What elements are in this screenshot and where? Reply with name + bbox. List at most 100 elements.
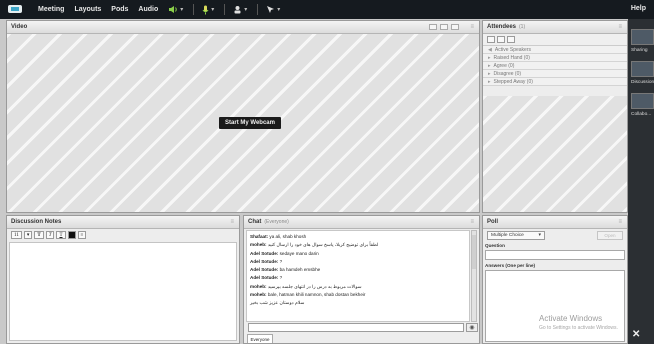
video-pod-header: Video ≡: [7, 21, 479, 34]
pod-menu-icon[interactable]: ≡: [470, 219, 474, 225]
layout-thumbnail-collaboration[interactable]: [631, 93, 654, 109]
open-poll-button[interactable]: Open: [597, 231, 623, 240]
video-pod: Video ≡ Start My Webcam: [6, 20, 480, 213]
pointer-icon[interactable]: ▾: [266, 5, 280, 14]
chevron-down-icon[interactable]: ▾: [180, 6, 183, 13]
list-view-icon[interactable]: [487, 36, 495, 43]
chat-message: Adel Sotude: ?: [250, 274, 466, 282]
question-label: Question: [485, 243, 505, 248]
chat-text: ﻟﻄﻔﺎً ﺑﺮﺍی ﺗﻮﺿﻴﺢ ﮐﺮﺑﻼ، ﭘﺎﺳﺦ ﺳﻮﺍﻝ ﻫﺎی ﺧﻮﺩ…: [267, 242, 379, 248]
attendee-group-label: Disagree (0): [493, 70, 522, 77]
chat-scrollbar[interactable]: [471, 230, 477, 322]
toolbar-divider: [257, 4, 259, 15]
video-pod-title: Video: [11, 24, 28, 30]
pod-menu-icon[interactable]: ≡: [618, 219, 622, 225]
send-message-button[interactable]: ◉: [466, 323, 478, 332]
italic-button[interactable]: T: [45, 231, 55, 239]
layout-label-discussion[interactable]: Discussion: [631, 80, 654, 85]
chat-text: ba hamdeh emsbhe: [279, 267, 321, 273]
pod-menu-icon[interactable]: ≡: [618, 24, 622, 30]
layout-grid-icon[interactable]: [429, 24, 437, 30]
chat-text: ﺳﻼﻡ ﺩﻭﺳﺘﺎﻥ ﻋﺰﻳﺰ ﺷﺐ ﺑﺨﻴﺮ: [250, 300, 305, 306]
top-menu-bar: Meeting Layouts Pods Audio ▾ ▾ ▾ ▾ Help: [0, 0, 654, 19]
activate-windows-title: Activate Windows: [539, 314, 603, 323]
help-menu[interactable]: Help: [631, 5, 646, 12]
start-webcam-button[interactable]: Start My Webcam: [219, 117, 281, 129]
layout-filmstrip-icon[interactable]: [440, 24, 448, 30]
chat-sender: Shafaat:: [250, 234, 269, 239]
menu-pods[interactable]: Pods: [111, 6, 128, 13]
attendees-pod: Attendees (1) ≡ ◀ Active Speakers ▸ Rais…: [482, 20, 628, 213]
question-input[interactable]: [485, 250, 625, 260]
chat-message: moheb: bale, hatman khili namnon, shab d…: [250, 291, 466, 299]
pod-menu-icon[interactable]: ≡: [470, 24, 474, 30]
attendees-list-area: [483, 96, 627, 212]
poll-pod-title: Poll: [487, 219, 499, 225]
notes-format-toolbar: 11 ▾ T T T ≡: [7, 229, 239, 241]
layout-single-icon[interactable]: [451, 24, 459, 30]
notes-editor[interactable]: [9, 242, 237, 341]
attendees-pod-title: Attendees: [487, 24, 517, 30]
grid-view-icon[interactable]: [497, 36, 505, 43]
bullet-list-icon[interactable]: ≡: [77, 231, 87, 239]
app-root: Meeting Layouts Pods Audio ▾ ▾ ▾ ▾ Help: [0, 0, 654, 344]
poll-type-select[interactable]: Multiple Choice ▾: [487, 231, 545, 240]
notes-pod-title: Discussion Notes: [11, 219, 62, 225]
close-icon[interactable]: ✕: [632, 329, 640, 340]
attendees-view-tools: [483, 34, 627, 46]
chat-sender: moheb:: [250, 283, 267, 289]
chevron-right-icon: ▸: [488, 62, 491, 69]
chat-tab-everyone[interactable]: Everyone: [247, 334, 273, 343]
poll-pod-header: Poll ≡: [483, 216, 627, 229]
menu-audio[interactable]: Audio: [138, 6, 158, 13]
layout-thumbnail-discussion[interactable]: [631, 61, 654, 77]
activate-windows-subtitle: Go to Settings to activate Windows.: [539, 325, 618, 331]
chat-pod-title: Chat: [248, 219, 262, 225]
menu-meeting[interactable]: Meeting: [38, 6, 64, 13]
chat-text: ?: [279, 258, 283, 264]
chevron-down-icon[interactable]: ▾: [23, 231, 33, 239]
chat-sender: Adel Sotude:: [250, 250, 279, 256]
toolbar-divider: [193, 4, 195, 15]
pod-menu-icon[interactable]: ≡: [230, 219, 234, 225]
chevron-right-icon: ▸: [488, 78, 491, 85]
chat-sender: Adel Sotude:: [250, 275, 279, 281]
user-status-icon[interactable]: ▾: [233, 5, 247, 14]
chat-sender: Adel Sotude:: [250, 267, 279, 273]
answers-input[interactable]: [485, 270, 625, 342]
layout-label-sharing[interactable]: Sharing: [631, 48, 654, 53]
attendee-group-agree[interactable]: ▸ Agree (0): [483, 62, 627, 70]
microphone-icon[interactable]: ▾: [202, 5, 214, 15]
chat-message: Adel Sotude: sedaye mano darin: [250, 250, 466, 258]
attendee-group-active-speakers[interactable]: ◀ Active Speakers: [483, 46, 627, 54]
chevron-down-icon[interactable]: ▾: [244, 6, 247, 13]
chat-pod: Chat (Everyone) ≡ Shafaat: ya ali, shab …: [243, 215, 480, 344]
chat-text: ﺳﻮﺍﻻﺕ ﻣﺮﺑﻮﻁ ﺑﻪ ﺩﺭﺱ ﺭﺍ ﺩﺭ ﺍﻧﺘﻬﺎی ﺟﻠﺴﻪ ﺑﭙﺮ…: [267, 283, 362, 289]
layout-thumbnail-sharing[interactable]: [631, 29, 654, 45]
chat-message: moheb: ﺳﻮﺍﻻﺕ ﻣﺮﺑﻮﻁ ﺑﻪ ﺩﺭﺱ ﺭﺍ ﺩﺭ ﺍﻧﺘﻬﺎی ﺟ…: [250, 283, 466, 291]
menu-layouts[interactable]: Layouts: [74, 6, 101, 13]
status-view-icon[interactable]: [507, 36, 515, 43]
attendee-group-raised-hand[interactable]: ▸ Raised Hand (0): [483, 54, 627, 62]
chat-message: Adel Sotude: ba hamdeh emsbhe: [250, 266, 466, 274]
video-area: Start My Webcam: [7, 34, 479, 212]
chat-message: moheb: ﻟﻄﻔﺎً ﺑﺮﺍی ﺗﻮﺿﻴﺢ ﮐﺮﺑﻼ، ﭘﺎﺳﺦ ﺳﻮﺍﻝ …: [250, 241, 466, 249]
attendee-group-stepped-away[interactable]: ▸ Stepped Away (0): [483, 78, 627, 86]
chevron-down-icon[interactable]: ▾: [277, 6, 280, 13]
chevron-right-icon: ▸: [488, 70, 491, 77]
text-color-button[interactable]: [67, 231, 76, 239]
layout-label-collaboration[interactable]: Collabo...: [631, 112, 654, 117]
attendee-group-disagree[interactable]: ▸ Disagree (0): [483, 70, 627, 78]
underline-button[interactable]: T: [56, 231, 66, 239]
send-icon: ◉: [469, 325, 475, 331]
video-layout-tools: [429, 24, 459, 30]
font-size-select[interactable]: 11: [11, 231, 22, 239]
chevron-down-icon[interactable]: ▾: [211, 6, 214, 13]
toolbar-divider: [224, 4, 226, 15]
speaker-icon[interactable]: ▾: [168, 5, 183, 14]
chat-input[interactable]: [248, 323, 464, 332]
chat-message: Adel Sotude: ?: [250, 258, 466, 266]
bold-button[interactable]: T: [34, 231, 44, 239]
chat-scope: (Everyone): [264, 219, 289, 225]
poll-pod: Poll ≡ Multiple Choice ▾ Open Question A…: [482, 215, 628, 344]
